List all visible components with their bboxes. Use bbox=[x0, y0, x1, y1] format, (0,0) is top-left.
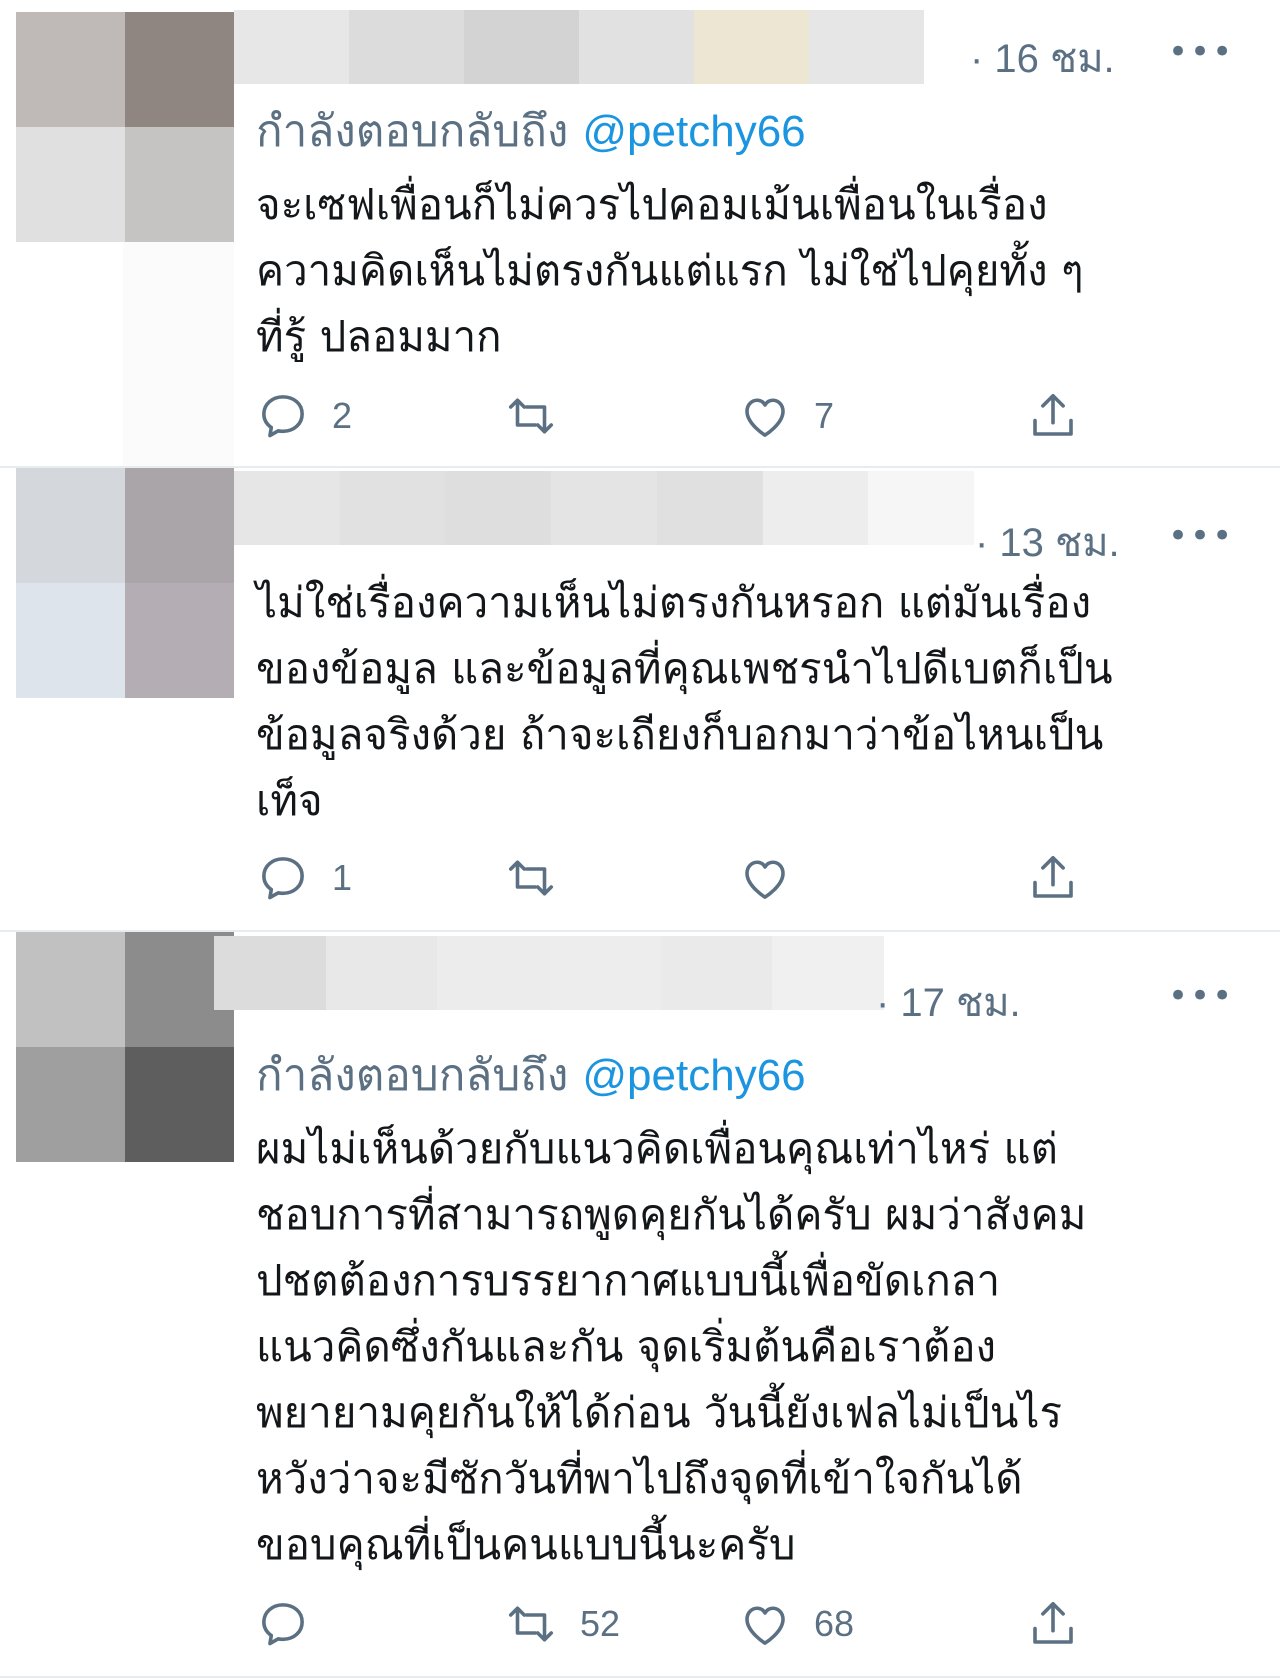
more-options-button[interactable]: ••• bbox=[1168, 516, 1234, 556]
avatar-blurred[interactable] bbox=[16, 12, 234, 242]
reply-handle-link[interactable]: @petchy66 bbox=[582, 1051, 805, 1100]
tweet-time[interactable]: · 17 ชม. bbox=[876, 970, 1021, 1034]
display-name-blurred[interactable] bbox=[234, 10, 924, 84]
reply-button[interactable]: 2 bbox=[256, 386, 352, 446]
like-count: 7 bbox=[814, 395, 835, 436]
retweet-icon bbox=[508, 860, 554, 896]
reply-button[interactable] bbox=[256, 1594, 332, 1654]
tweet-divider bbox=[0, 1676, 1280, 1678]
display-name-blurred[interactable] bbox=[234, 471, 975, 545]
tweet-3[interactable]: · 17 ชม. ••• กำลังตอบกลับถึง @petchy66 ผ… bbox=[0, 932, 1280, 1680]
tweet-time[interactable]: · 13 ชม. bbox=[975, 510, 1120, 574]
share-icon bbox=[1033, 393, 1073, 436]
more-options-button[interactable]: ••• bbox=[1168, 976, 1234, 1016]
like-button[interactable]: 7 bbox=[738, 386, 834, 446]
tweet-text-line: ความคิดเห็นไม่ตรงกันแต่แรก ไม่ใช่ไปคุยทั… bbox=[256, 246, 1084, 295]
tweet-text-line: จะเซฟเพื่อนก็ไม่ควรไปคอมเม้นเพื่อนในเรื่… bbox=[256, 180, 1048, 229]
avatar-blurred[interactable] bbox=[16, 932, 234, 1162]
share-icon bbox=[1033, 1601, 1073, 1644]
tweet-text-line: พยายามคุยกันให้ได้ก่อน วันนี้ยังเฟลไม่เป… bbox=[256, 1388, 1063, 1437]
like-icon bbox=[745, 398, 785, 437]
like-count: 68 bbox=[814, 1603, 855, 1644]
reply-button[interactable]: 1 bbox=[256, 848, 352, 908]
replying-to: กำลังตอบกลับถึง @petchy66 bbox=[256, 96, 806, 166]
share-icon bbox=[1033, 855, 1073, 898]
replying-to-label: กำลังตอบกลับถึง bbox=[256, 1050, 569, 1101]
like-icon bbox=[745, 1606, 785, 1645]
tweet-text-line: ข้อมูลจริงด้วย ถ้าจะเถียงก็บอกมาว่าข้อไห… bbox=[256, 710, 1104, 759]
avatar-shadow bbox=[123, 242, 234, 470]
reply-count: 1 bbox=[332, 857, 353, 898]
retweet-button[interactable]: 52 bbox=[504, 1594, 620, 1654]
tweet-text: ผมไม่เห็นด้วยกับแนวคิดเพื่อนคุณเท่าไหร่ … bbox=[256, 1116, 1216, 1578]
reply-handle-link[interactable]: @petchy66 bbox=[582, 107, 805, 156]
retweet-button[interactable] bbox=[504, 848, 580, 908]
tweet-text-line: ของข้อมูล และข้อมูลที่คุณเพชรนำไปดีเบตก็… bbox=[256, 644, 1113, 693]
tweet-time[interactable]: · 16 ชม. bbox=[970, 26, 1115, 90]
tweet-actions: 52 68 bbox=[256, 1594, 1086, 1654]
retweet-icon bbox=[508, 398, 554, 434]
replying-to-label: กำลังตอบกลับถึง bbox=[256, 106, 569, 157]
tweet-text-line: แนวคิดซึ่งกันและกัน จุดเริ่มต้นคือเราต้อ… bbox=[256, 1322, 997, 1371]
reply-icon bbox=[262, 395, 304, 438]
like-icon bbox=[745, 860, 785, 899]
reply-count: 2 bbox=[332, 395, 353, 436]
reply-icon bbox=[262, 857, 304, 900]
tweet-text-line: ขอบคุณที่เป็นคนแบบนี้นะครับ bbox=[256, 1520, 796, 1569]
tweet-actions: 1 bbox=[256, 848, 1086, 908]
like-button[interactable] bbox=[738, 848, 814, 908]
tweet-text-line: หวังว่าจะมีซักวันที่พาไปถึงจุดที่เข้าใจก… bbox=[256, 1454, 1023, 1503]
share-button[interactable] bbox=[1026, 386, 1080, 446]
tweet-text-line: ชอบการที่สามารถพูดคุยกันได้ครับ ผมว่าสัง… bbox=[256, 1190, 1087, 1239]
tweet-text-line: ที่รู้ ปลอมมาก bbox=[256, 312, 502, 361]
display-name-blurred[interactable] bbox=[214, 936, 885, 1010]
avatar-blurred[interactable] bbox=[16, 468, 234, 698]
share-button[interactable] bbox=[1026, 848, 1080, 908]
retweet-count: 52 bbox=[580, 1603, 621, 1644]
tweet-2[interactable]: · 13 ชม. ••• ไม่ใช่เรื่องความเห็นไม่ตรงก… bbox=[0, 468, 1280, 930]
tweet-text: จะเซฟเพื่อนก็ไม่ควรไปคอมเม้นเพื่อนในเรื่… bbox=[256, 172, 1216, 370]
retweet-button[interactable] bbox=[504, 386, 580, 446]
retweet-icon bbox=[508, 1606, 554, 1642]
tweet-text-line: ปชตต้องการบรรยากาศแบบนี้เพื่อขัดเกลา bbox=[256, 1256, 1001, 1305]
tweet-text-line: ไม่ใช่เรื่องความเห็นไม่ตรงกันหรอก แต่มัน… bbox=[256, 578, 1092, 627]
tweet-text: ไม่ใช่เรื่องความเห็นไม่ตรงกันหรอก แต่มัน… bbox=[256, 570, 1216, 834]
tweet-text-line: เท็จ bbox=[256, 776, 323, 825]
share-button[interactable] bbox=[1026, 1594, 1080, 1654]
tweet-1[interactable]: · 16 ชม. ••• กำลังตอบกลับถึง @petchy66 จ… bbox=[0, 0, 1280, 470]
tweet-text-line: ผมไม่เห็นด้วยกับแนวคิดเพื่อนคุณเท่าไหร่ … bbox=[256, 1124, 1058, 1173]
replying-to: กำลังตอบกลับถึง @petchy66 bbox=[256, 1040, 806, 1110]
like-button[interactable]: 68 bbox=[738, 1594, 854, 1654]
more-options-button[interactable]: ••• bbox=[1168, 32, 1234, 72]
reply-icon bbox=[262, 1603, 304, 1646]
tweet-actions: 2 7 bbox=[256, 386, 1086, 446]
